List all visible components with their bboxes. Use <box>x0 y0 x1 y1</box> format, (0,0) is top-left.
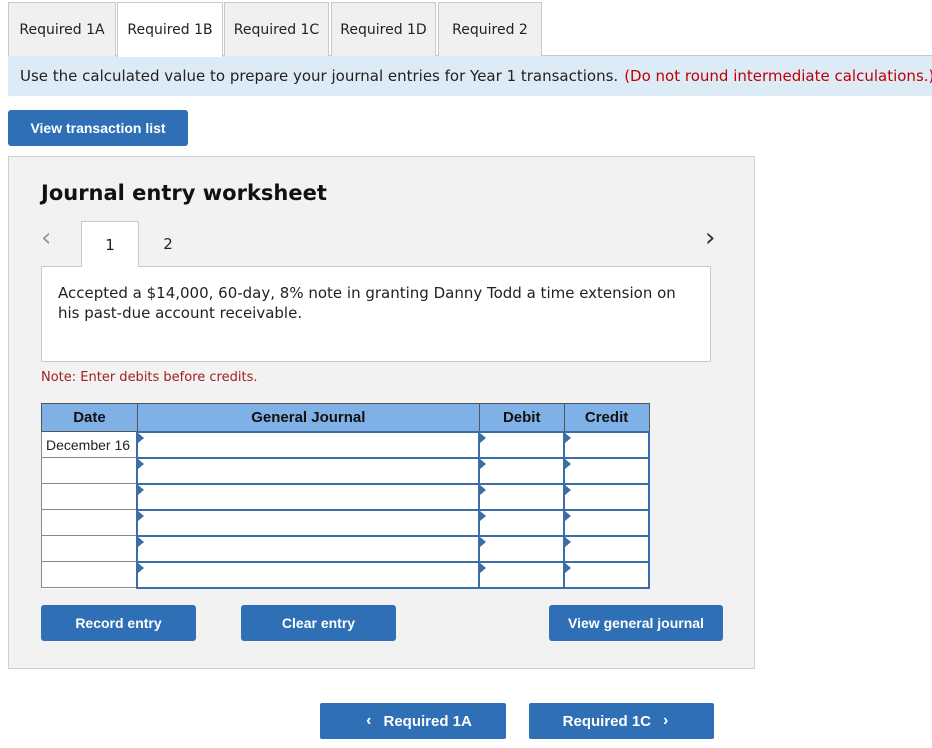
debit-input[interactable] <box>478 508 566 537</box>
credit-input[interactable] <box>563 508 650 537</box>
debit-input[interactable] <box>478 430 566 459</box>
date-cell <box>41 457 138 484</box>
worksheet-page-2[interactable]: 2 <box>139 221 197 267</box>
date-cell <box>41 509 138 536</box>
column-header-credit: Credit <box>563 403 650 432</box>
column-header-date: Date <box>41 403 138 432</box>
chevron-left-icon: ‹ <box>366 712 372 729</box>
column-header-debit: Debit <box>478 403 565 432</box>
next-required-label: Required 1C <box>562 712 652 730</box>
required-tabs: Required 1A Required 1B Required 1C Requ… <box>8 0 932 57</box>
tab-required-1d[interactable]: Required 1D <box>331 2 436 56</box>
account-input[interactable] <box>136 534 481 563</box>
credit-input[interactable] <box>563 560 650 589</box>
account-input[interactable] <box>136 456 481 485</box>
instruction-text: Use the calculated value to prepare your… <box>20 67 619 85</box>
journal-entry-worksheet: Journal entry worksheet ‹ 1 2 › Accepted… <box>8 156 755 669</box>
transaction-description: Accepted a $14,000, 60-day, 8% note in g… <box>41 266 711 362</box>
worksheet-page-1[interactable]: 1 <box>81 221 139 267</box>
debit-input[interactable] <box>478 482 566 511</box>
prev-required-label: Required 1A <box>383 712 472 730</box>
instruction-banner: Use the calculated value to prepare your… <box>8 56 932 96</box>
record-entry-button[interactable]: Record entry <box>41 605 196 641</box>
table-row <box>41 534 650 563</box>
tab-required-2[interactable]: Required 2 <box>438 2 542 56</box>
view-general-journal-button[interactable]: View general journal <box>549 605 723 641</box>
date-cell <box>41 535 138 562</box>
debit-credit-note: Note: Enter debits before credits. <box>41 370 258 385</box>
debit-input[interactable] <box>478 560 566 589</box>
date-cell <box>41 561 138 588</box>
instruction-note: (Do not round intermediate calculations.… <box>624 67 932 85</box>
journal-table: Date General Journal Debit Credit Decemb… <box>41 403 650 589</box>
table-row: December 16 <box>41 430 650 459</box>
table-row <box>41 560 650 589</box>
debit-input[interactable] <box>478 456 566 485</box>
view-transaction-list-button[interactable]: View transaction list <box>8 110 188 146</box>
tab-required-1b[interactable]: Required 1B <box>117 2 223 57</box>
credit-input[interactable] <box>563 482 650 511</box>
tab-required-1c[interactable]: Required 1C <box>224 2 329 56</box>
debit-input[interactable] <box>478 534 566 563</box>
table-row <box>41 482 650 511</box>
date-cell <box>41 483 138 510</box>
column-header-general-journal: General Journal <box>136 403 480 432</box>
chevron-right-icon: › <box>663 712 669 729</box>
prev-required-button[interactable]: ‹ Required 1A <box>320 703 506 739</box>
account-input[interactable] <box>136 482 481 511</box>
credit-input[interactable] <box>563 430 650 459</box>
chevron-right-icon[interactable]: › <box>705 225 715 251</box>
credit-input[interactable] <box>563 456 650 485</box>
table-row <box>41 456 650 485</box>
chevron-left-icon[interactable]: ‹ <box>41 225 51 251</box>
account-input[interactable] <box>136 508 481 537</box>
tab-required-1a[interactable]: Required 1A <box>8 2 116 56</box>
next-required-button[interactable]: Required 1C › <box>529 703 714 739</box>
clear-entry-button[interactable]: Clear entry <box>241 605 396 641</box>
account-input[interactable] <box>136 560 481 589</box>
worksheet-title: Journal entry worksheet <box>41 181 327 205</box>
date-cell: December 16 <box>41 431 138 458</box>
credit-input[interactable] <box>563 534 650 563</box>
account-input[interactable] <box>136 430 481 459</box>
table-row <box>41 508 650 537</box>
